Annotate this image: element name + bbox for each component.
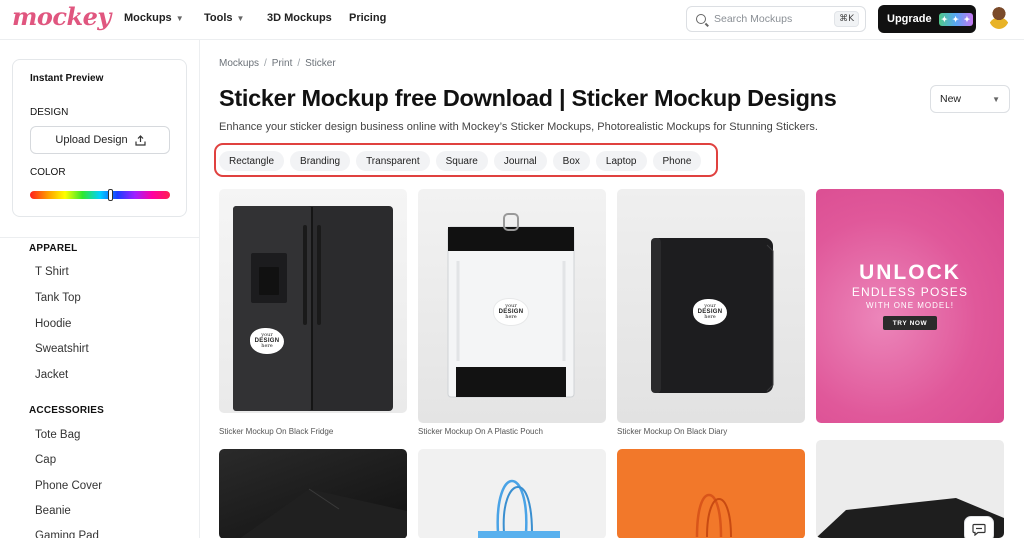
mockup-card-plastic-pouch[interactable]: your DESIGN here Sticker Mockup On A Pla… [418,189,606,439]
blue-bag-thumbnail [418,449,606,538]
tag-chip-branding[interactable]: Branding [290,151,351,171]
tag-chips: Rectangle Branding Transparent Square Jo… [219,151,702,171]
card-label: Sticker Mockup On Black Diary [617,427,728,436]
sticker-text-here: here [505,314,517,321]
sidebar-item-sweatshirt[interactable]: Sweatshirt [35,343,89,355]
top-header: mockey Mockups ▼ Tools ▼ 3D Mockups Pric… [0,0,1024,40]
sidebar-item-t-shirt[interactable]: T Shirt [35,266,69,278]
category-heading-apparel: APPAREL [29,243,78,254]
nav-pricing-label: Pricing [349,12,387,24]
promo-line-2: ENDLESS POSES [851,285,969,299]
page-subtitle: Enhance your sticker design business onl… [219,121,818,133]
design-sticker: your DESIGN here [250,328,284,354]
search-icon [696,14,706,24]
breadcrumb-sticker[interactable]: Sticker [305,58,336,69]
nav-mockups[interactable]: Mockups ▼ [124,12,184,24]
user-avatar[interactable] [989,7,1009,29]
breadcrumb-mockups[interactable]: Mockups [219,58,259,69]
color-label: COLOR [30,167,66,178]
pouch-thumbnail: your DESIGN here [418,189,606,423]
black-box-image [240,488,407,538]
upload-design-label: Upload Design [55,134,128,146]
sidebar-item-cap[interactable]: Cap [35,454,56,466]
chat-icon [972,523,986,536]
breadcrumb-separator: / [297,58,301,69]
page-title: Sticker Mockup free Download | Sticker M… [219,85,837,111]
mockup-card-blue-bag[interactable] [418,449,606,538]
orange-bag-image [695,493,732,538]
nav-tools-label: Tools [204,12,233,24]
nav-3d-mockups-label: 3D Mockups [267,12,332,24]
design-sticker: your DESIGN here [494,299,528,325]
chevron-down-icon: ▼ [992,94,1000,104]
black-box-thumbnail [219,449,407,538]
color-slider[interactable] [30,189,170,201]
upgrade-label: Upgrade [887,13,932,25]
promo-background: UNLOCK ENDLESS POSES WITH ONE MODEL! TRY… [816,189,1004,423]
sidebar-item-tote-bag[interactable]: Tote Bag [35,429,80,441]
tag-chip-journal[interactable]: Journal [493,151,547,171]
category-heading-accessories: ACCESSORIES [29,405,104,416]
sidebar-item-jacket[interactable]: Jacket [35,369,68,381]
nav-tools[interactable]: Tools ▼ [204,12,244,24]
instant-preview-card: Instant Preview DESIGN Upload Design COL… [12,59,187,217]
promo-headline: UNLOCK [859,261,961,284]
chat-button[interactable] [964,516,994,538]
orange-bag-thumbnail [617,449,805,538]
sparkle-icon: ✦ [940,14,948,24]
sort-selected-value: New [940,93,962,105]
sidebar-item-hoodie[interactable]: Hoodie [35,318,71,330]
promo-card-unlock-poses[interactable]: UNLOCK ENDLESS POSES WITH ONE MODEL! TRY… [816,189,1004,423]
card-label: Sticker Mockup On Black Fridge [219,427,334,436]
black-fridge-image [233,206,393,411]
tag-chip-rectangle[interactable]: Rectangle [219,151,285,171]
sort-dropdown[interactable]: New ▼ [930,85,1010,113]
nav-3d-mockups[interactable]: 3D Mockups [267,12,332,24]
mockup-card-orange-bag[interactable] [617,449,805,538]
mockup-card-black-box[interactable] [219,449,407,538]
sticker-text-here: here [704,314,716,321]
search-shortcut-badge: ⌘K [834,11,859,27]
upload-icon [134,135,146,146]
upload-design-button[interactable]: Upload Design [30,126,170,154]
sparkle-icons: ✦ ✦ ✦ [938,12,973,26]
sparkle-icon: ✦ [952,14,959,24]
instant-preview-title: Instant Preview [30,73,104,84]
tag-chip-box[interactable]: Box [552,151,590,171]
design-label: DESIGN [30,107,69,118]
color-slider-thumb[interactable] [108,189,113,201]
nav-pricing[interactable]: Pricing [349,12,386,24]
breadcrumb-separator: / [264,58,267,69]
chevron-down-icon: ▼ [236,13,245,23]
diary-thumbnail: your DESIGN here [617,189,805,423]
try-now-button[interactable]: TRY NOW [883,316,937,330]
mockup-card-black-diary[interactable]: your DESIGN here Sticker Mockup On Black… [617,189,805,439]
sidebar-item-gaming-pad[interactable]: Gaming Pad [35,530,99,538]
sticker-text-here: here [261,343,273,350]
search-box[interactable]: ⌘K [686,6,866,32]
sidebar-item-tank-top[interactable]: Tank Top [35,292,81,304]
blue-bag-image [478,479,560,538]
chevron-down-icon: ▼ [175,13,184,23]
tag-chip-laptop[interactable]: Laptop [595,151,647,171]
fridge-thumbnail: your DESIGN here [219,189,407,413]
mockey-logo[interactable]: mockey [12,2,111,31]
tag-chip-phone[interactable]: Phone [652,151,702,171]
tag-chip-transparent[interactable]: Transparent [356,151,430,171]
breadcrumb-print[interactable]: Print [272,58,293,69]
sidebar-item-beanie[interactable]: Beanie [35,505,71,517]
sparkle-icon: ✦ [963,14,971,24]
search-input[interactable] [714,13,824,25]
breadcrumb: Mockups / Print / Sticker [219,58,336,69]
mockup-card-black-fridge[interactable]: your DESIGN here Sticker Mockup On Black… [219,189,407,439]
promo-line-3: WITH ONE MODEL! [866,301,954,310]
design-sticker: your DESIGN here [693,299,727,325]
sidebar-item-phone-cover[interactable]: Phone Cover [35,480,102,492]
upgrade-button[interactable]: Upgrade ✦ ✦ ✦ [878,5,976,33]
tag-chip-square[interactable]: Square [435,151,488,171]
card-label: Sticker Mockup On A Plastic Pouch [418,427,543,436]
sidebar-divider [0,237,199,238]
nav-mockups-label: Mockups [124,12,172,24]
sidebar: Instant Preview DESIGN Upload Design COL… [0,40,200,538]
